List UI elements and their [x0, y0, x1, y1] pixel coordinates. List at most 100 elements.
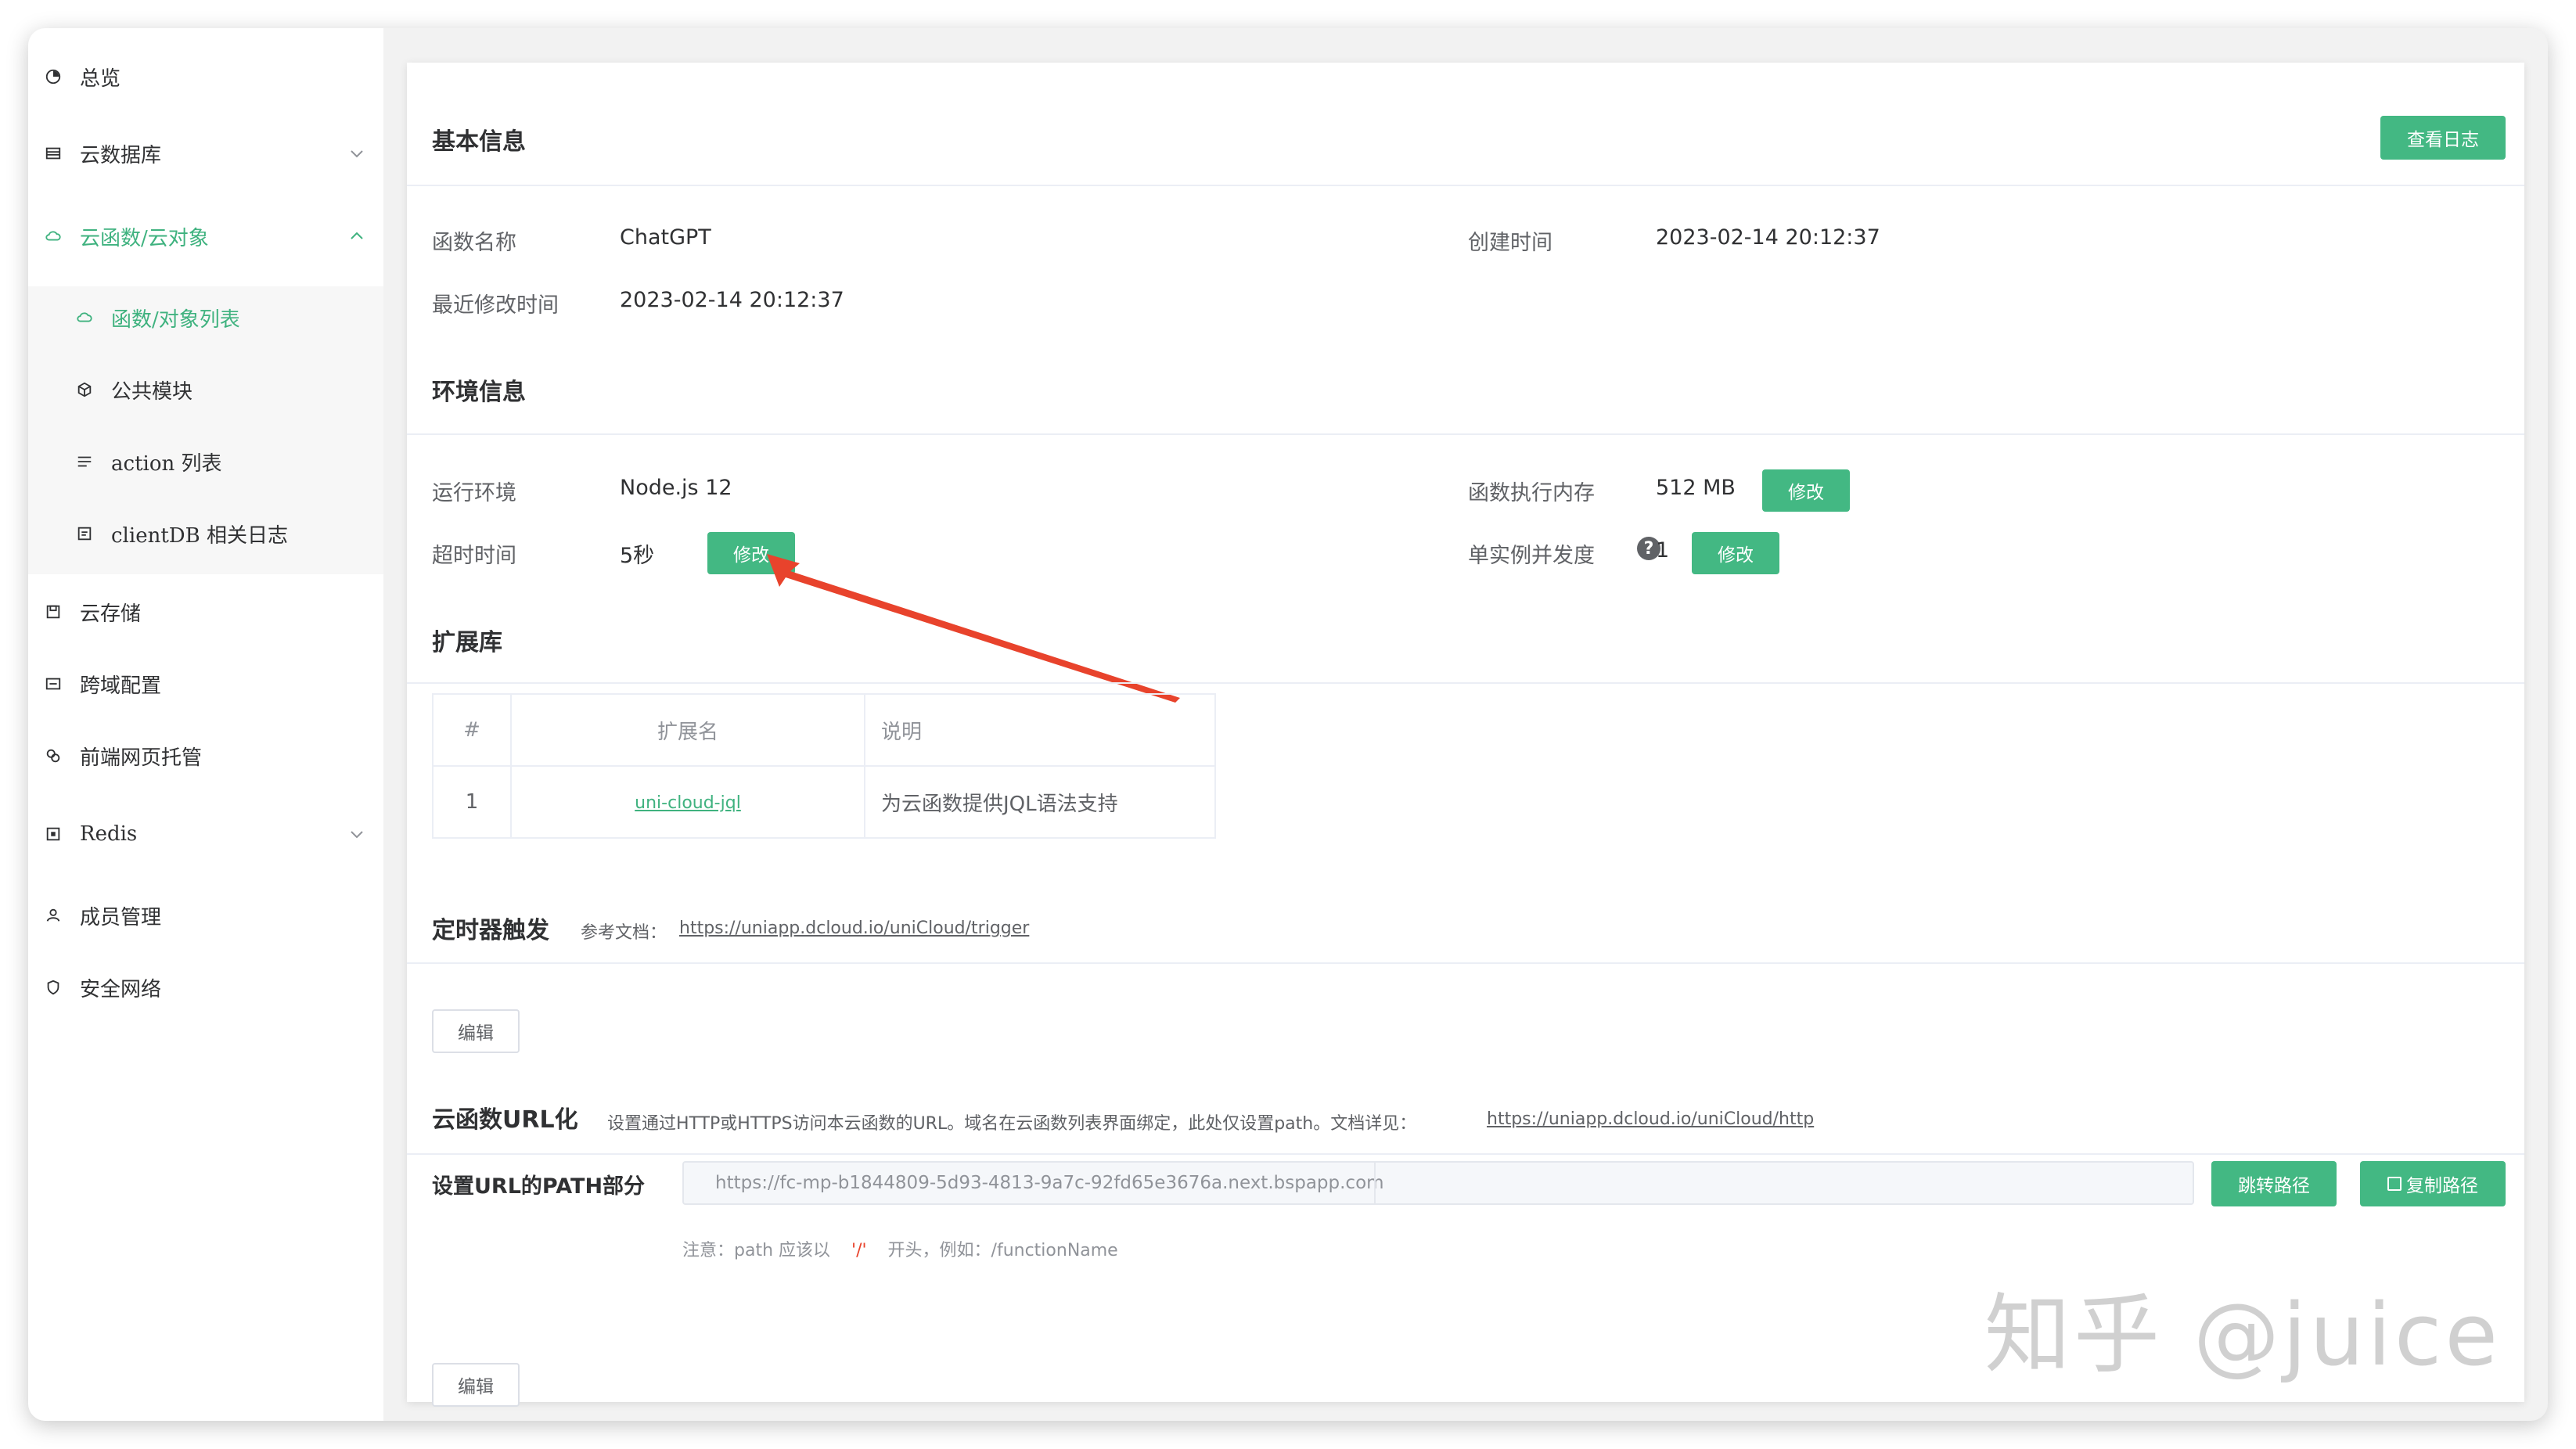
sidebar-item-cloud-functions[interactable]: 云函数/云对象	[28, 211, 383, 261]
chevron-down-icon	[351, 150, 363, 158]
runtime-value: Node.js 12	[620, 476, 732, 500]
app-window: 总览 云数据库 云函数/云对象 函数/对象列表 公共模块 action 列表 c…	[28, 28, 2548, 1421]
copy-icon	[2387, 1177, 2402, 1191]
sidebar-item-label: 前端网页托管	[80, 746, 203, 770]
sidebar-item-label: 云数据库	[80, 143, 162, 167]
sidebar-item-label: 总览	[80, 67, 121, 91]
cors-icon	[42, 673, 64, 695]
url-desc: 设置通过HTTP或HTTPS访问本云函数的URL。域名在云函数列表界面绑定，此处…	[607, 1114, 1417, 1134]
sidebar-item-cors[interactable]: 跨域配置	[28, 659, 383, 709]
table-header-row: # 扩展名 说明	[432, 693, 1216, 767]
ext-desc: 为云函数提供JQL语法支持	[864, 765, 1216, 839]
url-edit-button[interactable]: 编辑	[432, 1363, 520, 1407]
cloud-icon	[74, 307, 95, 329]
modify-memory-button[interactable]: 修改	[1762, 469, 1850, 512]
column-header: 说明	[864, 693, 1216, 767]
function-name-label: 函数名称	[432, 231, 516, 255]
path-note-a: 注意：path 应该以	[682, 1241, 831, 1260]
view-log-button[interactable]: 查看日志	[2380, 116, 2506, 160]
sidebar-item-label: 成员管理	[80, 905, 162, 929]
redis-icon	[42, 823, 64, 845]
sidebar-item-label: 函数/对象列表	[111, 307, 240, 332]
row-index: 1	[432, 765, 512, 839]
sidebar-item-overview[interactable]: 总览	[28, 52, 383, 102]
timeout-label: 超时时间	[432, 544, 516, 568]
sidebar-item-function-list[interactable]: 函数/对象列表	[28, 293, 383, 343]
table-row: 1 uni-cloud-jql 为云函数提供JQL语法支持	[432, 765, 1216, 839]
shield-icon	[42, 976, 64, 998]
sidebar-item-database[interactable]: 云数据库	[28, 128, 383, 178]
column-header: #	[432, 693, 512, 767]
memory-value: 512 MB	[1656, 476, 1736, 500]
timer-ref-link[interactable]: https://uniapp.dcloud.io/uniCloud/trigge…	[679, 919, 1029, 938]
sidebar-item-label: 安全网络	[80, 977, 162, 1001]
sidebar-item-label: clientDB 相关日志	[111, 523, 288, 548]
sidebar-item-action-list[interactable]: action 列表	[28, 437, 383, 487]
sidebar-item-security[interactable]: 安全网络	[28, 962, 383, 1012]
list-icon	[74, 451, 95, 473]
url-doc-link[interactable]: https://uniapp.dcloud.io/uniCloud/http	[1487, 1109, 1814, 1129]
modify-concurrency-button[interactable]: 修改	[1692, 532, 1779, 574]
env-info-title: 环境信息	[432, 379, 526, 406]
chevron-down-icon	[351, 831, 363, 839]
created-time-label: 创建时间	[1468, 231, 1552, 255]
divider	[407, 1153, 2524, 1155]
timer-ref-label: 参考文档：	[581, 923, 667, 943]
sidebar-item-label: 云函数/云对象	[80, 226, 209, 250]
sidebar-item-members[interactable]: 成员管理	[28, 890, 383, 940]
sidebar-item-web-hosting[interactable]: 前端网页托管	[28, 731, 383, 781]
storage-icon	[42, 601, 64, 623]
path-note-c: 开头，例如：/functionName	[887, 1241, 1118, 1260]
watermark: 知乎 @juice	[1984, 1285, 2501, 1385]
copy-path-label: 复制路径	[2406, 1176, 2478, 1196]
input-separator	[1374, 1163, 1376, 1203]
sidebar-item-redis[interactable]: Redis	[28, 809, 383, 859]
created-time-value: 2023-02-14 20:12:37	[1656, 225, 1880, 250]
hosting-icon	[42, 745, 64, 767]
ext-name-link[interactable]: uni-cloud-jql	[635, 793, 741, 813]
timeout-value: 5秒	[620, 544, 655, 568]
sidebar-item-label: 跨域配置	[80, 674, 162, 698]
path-input[interactable]: https://fc-mp-b1844809-5d93-4813-9a7c-92…	[682, 1161, 2194, 1205]
basic-info-title: 基本信息	[432, 128, 526, 156]
path-prefix: https://fc-mp-b1844809-5d93-4813-9a7c-92…	[715, 1173, 1384, 1193]
divider	[407, 185, 2524, 186]
log-icon	[74, 523, 95, 545]
function-name-value: ChatGPT	[620, 225, 711, 250]
timer-edit-button[interactable]: 编辑	[432, 1009, 520, 1053]
sidebar-item-label: action 列表	[111, 451, 222, 476]
sidebar-item-label: 云存储	[80, 602, 142, 626]
cube-icon	[74, 379, 95, 401]
ext-lib-title: 扩展库	[432, 629, 502, 656]
path-label: 设置URL的PATH部分	[432, 1174, 646, 1199]
function-detail-card: 基本信息 查看日志 函数名称 ChatGPT 创建时间 2023-02-14 2…	[407, 63, 2524, 1407]
sidebar-item-storage[interactable]: 云存储	[28, 587, 383, 637]
database-icon	[42, 142, 64, 164]
sidebar-item-common-modules[interactable]: 公共模块	[28, 365, 383, 415]
divider	[407, 682, 2524, 684]
copy-path-button[interactable]: 复制路径	[2360, 1161, 2506, 1206]
cloud-icon	[42, 225, 64, 247]
sidebar-item-label: 公共模块	[111, 379, 193, 404]
jump-path-button[interactable]: 跳转路径	[2211, 1161, 2337, 1206]
url-title: 云函数URL化	[432, 1106, 578, 1134]
memory-label: 函数执行内存	[1468, 481, 1595, 505]
chevron-up-icon	[351, 232, 363, 239]
sidebar-item-clientdb-log[interactable]: clientDB 相关日志	[28, 509, 383, 559]
modified-time-value: 2023-02-14 20:12:37	[620, 288, 844, 312]
column-header: 扩展名	[510, 693, 865, 767]
divider	[407, 433, 2524, 435]
concurrency-label: 单实例并发度	[1468, 544, 1595, 568]
dashboard-icon	[42, 66, 64, 88]
path-note-slash: '/'	[851, 1241, 867, 1260]
annotation-arrow	[767, 554, 1180, 703]
divider	[407, 962, 2524, 964]
runtime-label: 运行环境	[432, 481, 516, 505]
path-note: 注意：path 应该以 '/' 开头，例如：/functionName	[682, 1236, 1118, 1261]
sidebar-item-label: Redis	[80, 822, 138, 846]
sidebar: 总览 云数据库 云函数/云对象 函数/对象列表 公共模块 action 列表 c…	[28, 28, 383, 1421]
modified-time-label: 最近修改时间	[432, 293, 559, 318]
timer-trigger-title: 定时器触发	[432, 917, 549, 944]
ext-lib-table: # 扩展名 说明 1 uni-cloud-jql 为云函数提供JQL语法支持	[432, 693, 1216, 839]
concurrency-value: 1	[1656, 538, 1670, 563]
